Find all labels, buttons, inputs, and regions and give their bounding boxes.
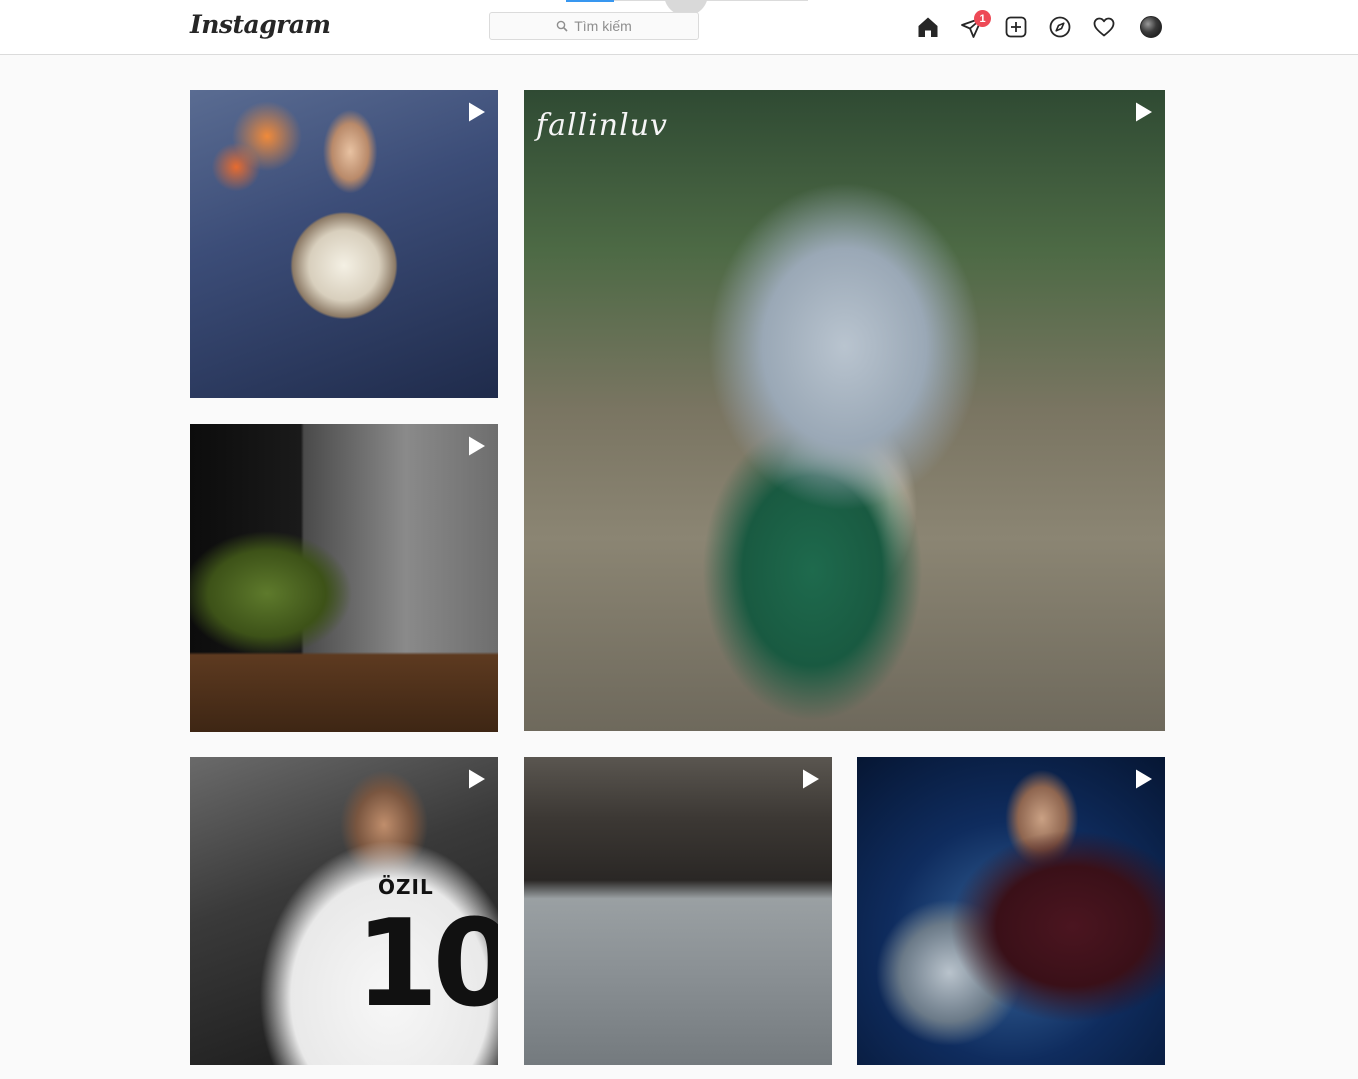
- top-navigation-bar: Instagram Tìm kiếm 1: [0, 0, 1358, 55]
- home-icon: [918, 17, 938, 37]
- loading-progress-bar: [566, 0, 614, 2]
- compass-icon: [1049, 16, 1071, 38]
- notification-badge: 1: [974, 10, 991, 27]
- video-play-icon: [1131, 100, 1155, 124]
- post-tile-desk-setup[interactable]: [190, 424, 498, 732]
- video-play-icon: [1131, 767, 1155, 791]
- plus-square-icon: [1005, 16, 1027, 38]
- search-placeholder: Tìm kiếm: [574, 18, 632, 34]
- nav-activity-button[interactable]: [1090, 13, 1118, 41]
- post-tile-trophy-suit[interactable]: [857, 757, 1165, 1065]
- image-overlay-text: fallinluv: [536, 108, 668, 143]
- post-tile-moon-portrait[interactable]: [190, 90, 498, 398]
- video-play-icon: [464, 434, 488, 458]
- nav-explore-button[interactable]: [1046, 13, 1074, 41]
- search-input[interactable]: Tìm kiếm: [489, 12, 699, 40]
- video-play-icon: [464, 767, 488, 791]
- nav-profile-button[interactable]: [1137, 13, 1165, 41]
- nav-home-button[interactable]: [914, 13, 942, 41]
- search-icon: [556, 20, 568, 32]
- nav-new-post-button[interactable]: [1002, 13, 1030, 41]
- video-play-icon: [798, 767, 822, 791]
- post-tile-ozil-jersey[interactable]: ÖZIL 10: [190, 757, 498, 1065]
- loading-track: [614, 0, 808, 1]
- video-play-icon: [464, 100, 488, 124]
- jersey-number: 10: [355, 895, 498, 1034]
- heart-icon: [1093, 17, 1115, 37]
- nav-direct-button[interactable]: 1: [958, 10, 991, 41]
- avatar: [1140, 16, 1162, 38]
- post-tile-temple-stairs[interactable]: [524, 757, 832, 1065]
- post-tile-couple-bouquet[interactable]: fallinluv: [524, 90, 1165, 731]
- instagram-logo[interactable]: Instagram: [190, 10, 331, 39]
